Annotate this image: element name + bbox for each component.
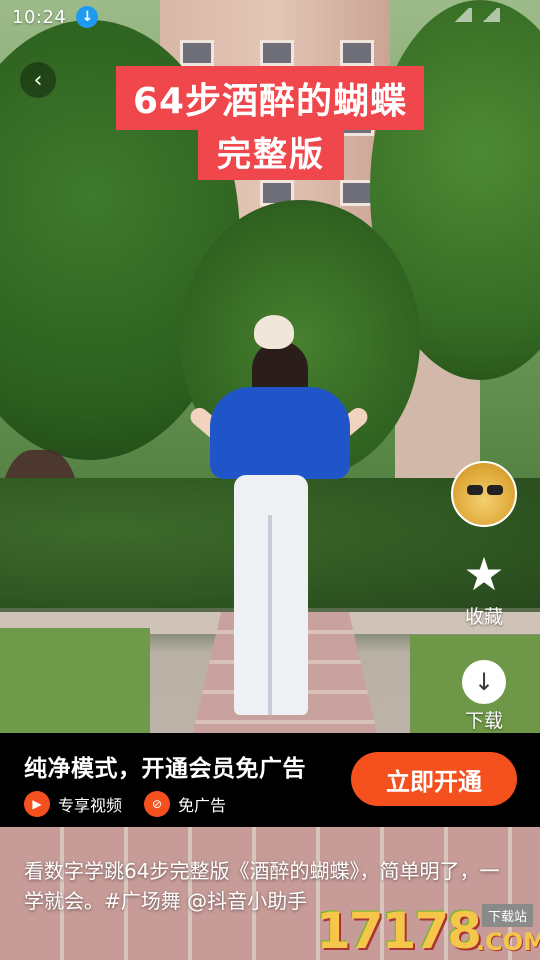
subscribe-button[interactable]: 立即开通 (351, 752, 517, 806)
download-label: 下载 (464, 710, 503, 732)
video-icon: ▶ (24, 791, 50, 817)
dancer (186, 315, 372, 735)
signal-icon (480, 8, 500, 22)
star-icon: ★ (463, 547, 505, 601)
vip-banner[interactable]: 纯净模式，开通会员免广告 ▶ 专享视频 ⊘ 免广告 立即开通 (0, 733, 540, 827)
video-title-line1: 64步酒醉的蝴蝶 (116, 66, 424, 130)
perk-exclusive-video: ▶ 专享视频 (24, 791, 122, 817)
site-watermark: 17178 下载站 .COM (316, 900, 540, 960)
author-avatar[interactable] (451, 461, 517, 527)
chevron-left-icon: ‹ (33, 67, 43, 93)
download-icon: ↓ (462, 660, 506, 704)
download-notification-icon: ↓ (76, 6, 99, 28)
status-bar: 10:24 ↓ (12, 6, 99, 28)
video-title-line2: 完整版 (198, 122, 344, 180)
watermark-domain: .COM (476, 928, 540, 956)
download-button[interactable]: ↓ 下载 (456, 660, 512, 733)
wifi-icon (452, 8, 472, 22)
watermark-number: 17178 (316, 902, 482, 960)
status-time: 10:24 (12, 6, 67, 28)
perk-label: 免广告 (178, 796, 227, 815)
favorite-button[interactable]: ★ 收藏 (458, 548, 510, 629)
no-ads-icon: ⊘ (144, 791, 170, 817)
avatar-sunglasses (467, 485, 483, 495)
vip-title: 纯净模式，开通会员免广告 (24, 756, 306, 782)
back-button[interactable]: ‹ (20, 62, 56, 98)
favorite-label: 收藏 (464, 606, 503, 628)
avatar-sunglasses-right (487, 485, 503, 495)
perk-no-ads: ⊘ 免广告 (144, 791, 226, 817)
status-indicators (452, 8, 500, 22)
lawn-left (0, 628, 150, 738)
perk-label: 专享视频 (58, 796, 123, 815)
watermark-tag: 下载站 (482, 904, 534, 927)
